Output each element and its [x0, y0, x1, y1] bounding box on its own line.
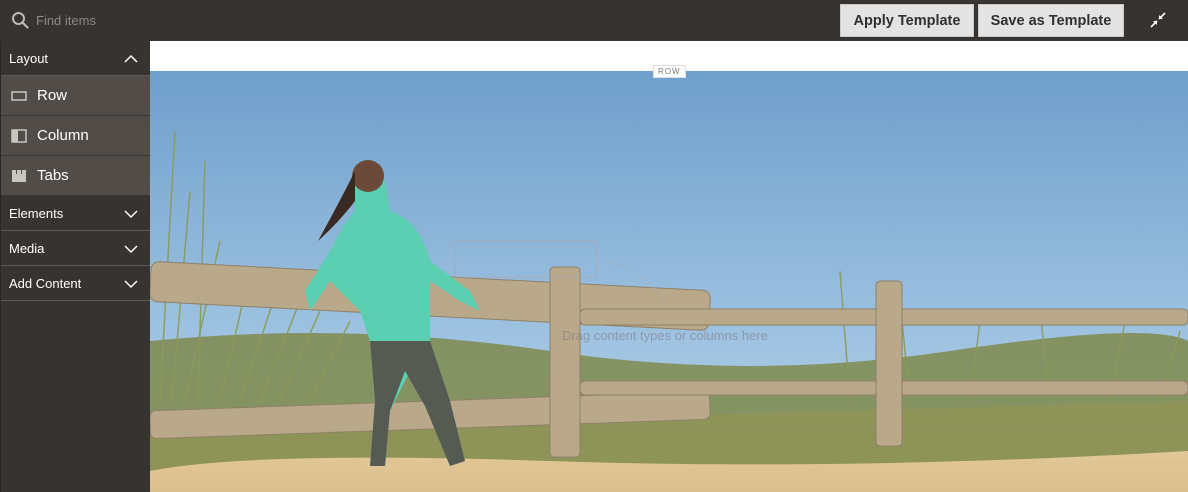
- section-layout-label: Layout: [9, 50, 49, 66]
- collapse-fullscreen-icon[interactable]: [1150, 12, 1166, 28]
- section-add-content[interactable]: Add Content: [1, 266, 150, 301]
- section-media-label: Media: [9, 240, 45, 256]
- row-icon: [11, 91, 27, 101]
- search-input[interactable]: [36, 10, 186, 30]
- chevron-down-icon: [124, 210, 138, 219]
- apply-template-button[interactable]: Apply Template: [840, 4, 974, 37]
- layout-item-label: Column: [37, 127, 89, 144]
- top-toolbar: Apply Template Save as Template: [0, 0, 1188, 41]
- drop-hint-text: Drag content types or columns here: [562, 328, 768, 343]
- search-icon: [12, 12, 29, 29]
- search-box: [0, 0, 200, 41]
- layout-item-label: Row: [37, 87, 68, 104]
- chevron-down-icon: [124, 280, 138, 289]
- layout-item-row[interactable]: Row: [1, 76, 150, 116]
- content-types-panel: Layout Row Column Tabs Elements Media Ad…: [0, 41, 150, 492]
- section-elements[interactable]: Elements: [1, 196, 150, 231]
- page-builder-stage: ROW Drag content types or columns here: [150, 41, 1188, 492]
- row-label: ROW: [653, 65, 686, 78]
- section-elements-label: Elements: [9, 205, 64, 221]
- layout-item-label: Tabs: [37, 167, 69, 184]
- save-as-template-button[interactable]: Save as Template: [978, 4, 1124, 37]
- section-add-content-label: Add Content: [9, 275, 82, 291]
- column-icon: [11, 129, 27, 143]
- chevron-down-icon: [124, 245, 138, 254]
- layout-item-tabs[interactable]: Tabs: [1, 156, 150, 196]
- tabs-icon: [12, 170, 26, 182]
- chevron-up-icon: [124, 54, 138, 63]
- row-background-image[interactable]: [150, 71, 1188, 492]
- layout-item-column[interactable]: Column: [1, 116, 150, 156]
- section-media[interactable]: Media: [1, 231, 150, 266]
- section-layout[interactable]: Layout: [1, 41, 150, 76]
